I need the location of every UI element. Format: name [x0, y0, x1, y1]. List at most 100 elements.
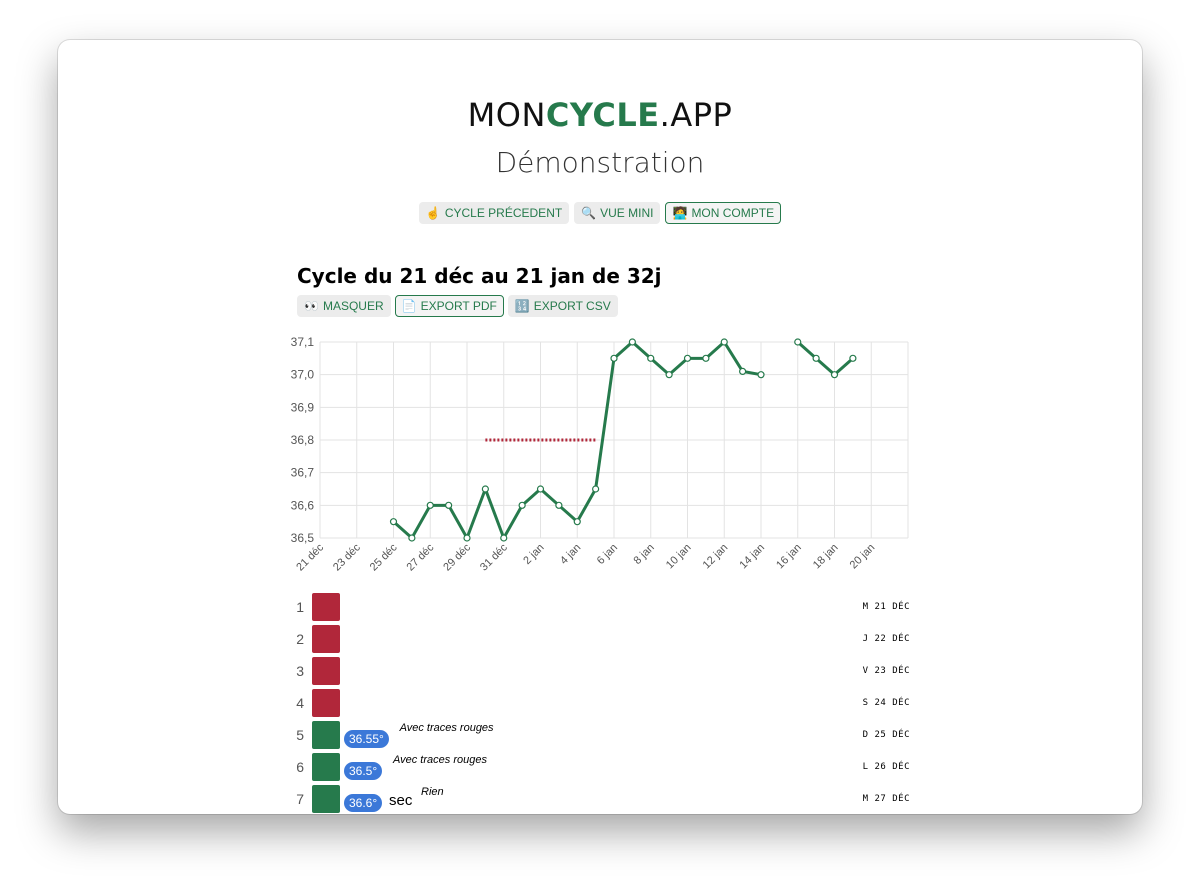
day-date: M 27 DÉC [862, 794, 910, 804]
temperature-point [481, 485, 489, 493]
cycle-title: Cycle du 21 déc au 21 jan de 32j [297, 264, 662, 288]
app-window: MONCYCLE.APP Démonstration ☝️ CYCLE PRÉC… [58, 40, 1142, 814]
cycle-actions: 👀 MASQUER 📄 EXPORT PDF 🔢 EXPORT CSV [297, 295, 618, 317]
mucus-label: sec [389, 792, 413, 809]
day-date: V 23 DÉC [862, 666, 910, 676]
temperature-point [426, 501, 434, 509]
my-account-button[interactable]: 🧑‍💻 MON COMPTE [665, 202, 782, 224]
x-tick-label: 4 jan [558, 542, 583, 567]
temperature-point [536, 485, 545, 493]
day-number: 1 [296, 599, 304, 615]
temperature-point [849, 354, 857, 362]
day-number: 2 [296, 631, 304, 647]
x-tick-label: 25 déc [368, 541, 400, 573]
export-csv-button[interactable]: 🔢 EXPORT CSV [507, 295, 618, 317]
day-note: Rien [421, 786, 444, 798]
document-icon: 📄 [401, 299, 417, 313]
hide-label: MASQUER [322, 299, 384, 313]
day-number: 7 [296, 791, 304, 807]
day-row[interactable]: 1 M 21 DÉC [290, 592, 910, 624]
temperature-chart: 36,5 36,6 36,7 36,8 36,9 37,0 37,1 21 déc 23 déc… [291, 335, 909, 573]
y-tick-label: 36,9 [291, 400, 315, 414]
x-tick-label: 18 jan [811, 542, 841, 572]
day-row[interactable]: 5 36.55° Avec traces rouges D 25 DÉC [290, 720, 910, 752]
temperature-point [408, 534, 416, 542]
logo-suffix: .APP [659, 96, 733, 134]
app-logo[interactable]: MONCYCLE.APP [58, 96, 1142, 134]
temperature-point [720, 338, 728, 346]
temperature-badge: 36.5° [344, 762, 383, 780]
temperature-badge: 36.6° [344, 794, 383, 812]
temperature-point [445, 501, 453, 509]
logo-prefix: MON [467, 96, 546, 134]
numbers-icon: 🔢 [514, 299, 530, 313]
temperature-point [665, 371, 673, 379]
y-tick-label: 37,1 [291, 335, 315, 349]
x-tick-label: 31 déc [478, 541, 510, 573]
x-tick-label: 20 jan [848, 542, 878, 572]
x-tick-label: 8 jan [632, 542, 657, 567]
day-number: 3 [296, 663, 304, 679]
day-row[interactable]: 4 S 24 DÉC [290, 688, 910, 720]
y-tick-label: 37,0 [291, 368, 315, 382]
main-nav: ☝️ CYCLE PRÉCEDENT 🔍 VUE MINI 🧑‍💻 MON CO… [58, 202, 1142, 224]
temperature-point [739, 367, 747, 376]
day-color-swatch[interactable] [312, 689, 340, 717]
eyes-icon: 👀 [304, 299, 319, 313]
x-tick-label: 10 jan [664, 542, 694, 572]
temperature-point [463, 534, 471, 542]
day-number: 6 [296, 759, 304, 775]
x-tick-label: 14 jan [737, 542, 767, 572]
technologist-icon: 🧑‍💻 [672, 206, 688, 220]
temperature-point [389, 518, 398, 526]
temperature-point [683, 354, 692, 362]
day-row[interactable]: 6 36.5° Avec traces rouges L 26 DÉC [290, 752, 910, 784]
temperature-point [628, 338, 636, 346]
day-note: Avec traces rouges [393, 754, 487, 766]
temperature-series-line [796, 340, 854, 377]
temperature-point [573, 518, 581, 526]
mini-view-button[interactable]: 🔍 VUE MINI [574, 202, 661, 224]
day-date: M 21 DÉC [862, 602, 910, 612]
export-pdf-button[interactable]: 📄 EXPORT PDF [394, 295, 504, 317]
x-tick-label: 6 jan [595, 542, 620, 567]
export-csv-label: EXPORT CSV [533, 299, 611, 313]
day-note: Avec traces rouges [399, 722, 494, 734]
day-list: 1 M 21 DÉC 2 J 22 DÉC 3 V 23 DÉC 4 S 24 DÉC 5 36.… [290, 592, 910, 814]
day-number: 4 [296, 695, 304, 711]
my-account-label: MON COMPTE [691, 206, 775, 220]
day-color-swatch[interactable] [312, 721, 340, 749]
export-pdf-label: EXPORT PDF [420, 299, 497, 313]
x-tick-label: 27 déc [405, 541, 437, 573]
day-row[interactable]: 3 V 23 DÉC [290, 656, 910, 688]
x-tick-label: 16 jan [774, 542, 804, 572]
previous-cycle-button[interactable]: ☝️ CYCLE PRÉCEDENT [418, 202, 570, 224]
day-color-swatch[interactable] [312, 753, 340, 781]
temperature-point [500, 534, 508, 542]
day-date: S 24 DÉC [862, 698, 910, 708]
day-row[interactable]: 2 J 22 DÉC [290, 624, 910, 656]
temperature-point [518, 501, 526, 509]
temperature-point [830, 371, 839, 379]
hide-button[interactable]: 👀 MASQUER [297, 295, 391, 317]
pointing-hand-icon: ☝️ [425, 206, 441, 220]
day-row[interactable]: 7 36.6° sec Rien M 27 DÉC [290, 784, 910, 814]
temperature-point [702, 354, 710, 362]
day-color-swatch[interactable] [312, 625, 340, 653]
x-tick-label: 23 déc [331, 541, 363, 573]
day-date: J 22 DÉC [862, 634, 910, 644]
temperature-point [647, 354, 655, 362]
day-date: D 25 DÉC [862, 730, 910, 740]
temperature-badge: 36.55° [344, 730, 389, 748]
day-color-swatch[interactable] [312, 657, 340, 685]
page-subtitle: Démonstration [495, 146, 705, 179]
y-tick-label: 36,5 [291, 531, 315, 545]
temperature-point [757, 371, 765, 379]
magnifier-icon: 🔍 [581, 206, 597, 220]
temperature-point [794, 338, 802, 346]
y-tick-label: 36,8 [291, 433, 315, 447]
y-tick-label: 36,6 [291, 498, 315, 512]
mini-view-label: VUE MINI [600, 206, 654, 220]
day-color-swatch[interactable] [312, 593, 340, 621]
day-color-swatch[interactable] [312, 785, 340, 813]
